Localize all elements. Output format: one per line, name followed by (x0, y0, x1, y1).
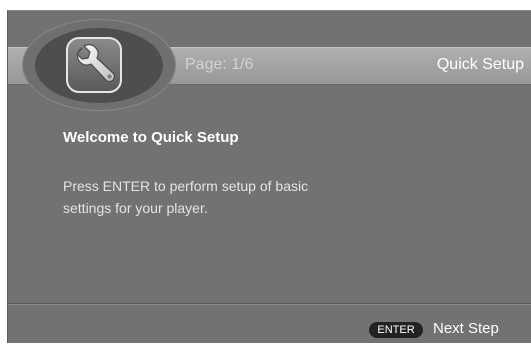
welcome-heading: Welcome to Quick Setup (63, 129, 239, 146)
page-indicator: Page: 1/6 (185, 56, 254, 73)
welcome-description: Press ENTER to perform setup of basic se… (63, 178, 309, 216)
enter-button[interactable]: ENTER (369, 322, 423, 338)
footer-divider (8, 303, 531, 305)
section-title: Quick Setup (436, 56, 524, 73)
wrench-icon (66, 37, 122, 93)
quick-setup-screen: Page: 1/6 Quick Setup Welcome to Quick S… (7, 10, 531, 343)
wrench-icon-graphic (76, 44, 116, 83)
next-step-label[interactable]: Next Step (433, 320, 499, 337)
